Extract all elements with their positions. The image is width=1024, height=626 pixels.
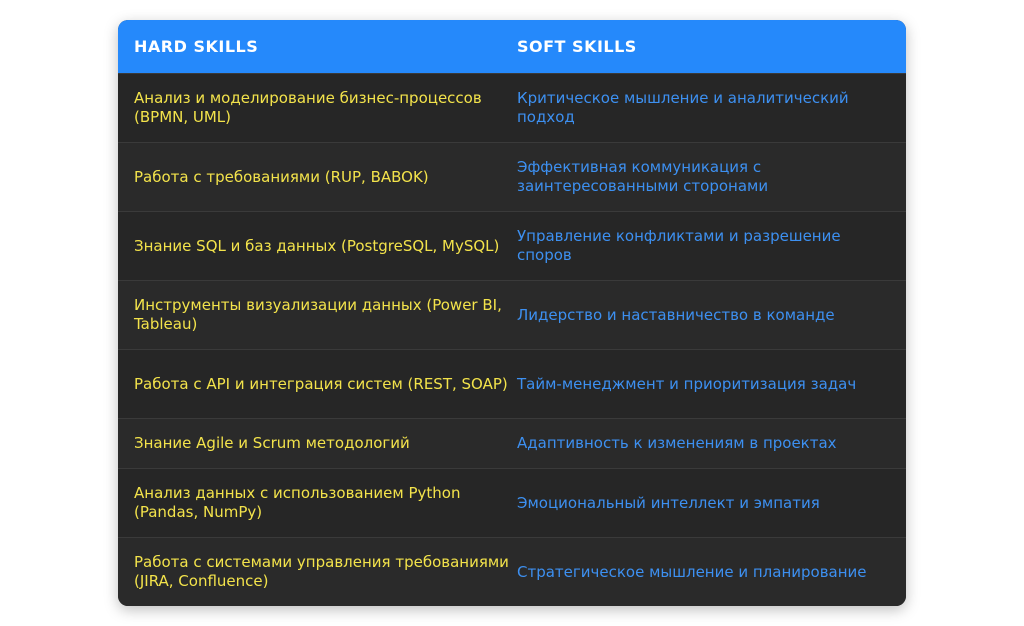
table-row: Анализ данных с использованием Python (P… xyxy=(118,468,906,537)
soft-skills-heading: SOFT SKILLS xyxy=(517,37,637,56)
hard-skill-cell: Работа с системами управления требования… xyxy=(134,553,509,590)
hard-skill-cell: Знание SQL и баз данных (PostgreSQL, MyS… xyxy=(134,236,500,255)
hard-skill-cell: Анализ данных с использованием Python (P… xyxy=(134,484,461,521)
hard-skill-cell: Работа с требованиями (RUP, BABOK) xyxy=(134,167,429,186)
soft-skill-cell: Управление конфликтами и разрешение спор… xyxy=(517,227,841,264)
hard-skill-cell: Анализ и моделирование бизнес-процессов … xyxy=(134,89,482,126)
hard-skill-cell: Знание Agile и Scrum методологий xyxy=(134,434,410,452)
table-row: Знание Agile и Scrum методологий Адаптив… xyxy=(118,418,906,468)
skills-table: HARD SKILLS SOFT SKILLS Анализ и моделир… xyxy=(118,20,906,606)
table-row: Анализ и моделирование бизнес-процессов … xyxy=(118,73,906,142)
table-row: Работа с API и интеграция систем (REST, … xyxy=(118,349,906,418)
table-header: HARD SKILLS SOFT SKILLS xyxy=(118,20,906,73)
soft-skill-cell: Тайм-менеджмент и приоритизация задач xyxy=(517,374,857,393)
soft-skill-cell: Лидерство и наставничество в команде xyxy=(517,305,835,324)
table-row: Работа с системами управления требования… xyxy=(118,537,906,606)
hard-skill-cell: Инструменты визуализации данных (Power B… xyxy=(134,296,502,333)
soft-skill-cell: Стратегическое мышление и планирование xyxy=(517,562,867,581)
soft-skill-cell: Эмоциональный интеллект и эмпатия xyxy=(517,493,820,512)
table-row: Знание SQL и баз данных (PostgreSQL, MyS… xyxy=(118,211,906,280)
soft-skill-cell: Критическое мышление и аналитический под… xyxy=(517,89,849,126)
hard-skills-heading: HARD SKILLS xyxy=(134,37,259,56)
table-row: Работа с требованиями (RUP, BABOK) Эффек… xyxy=(118,142,906,211)
table-row: Инструменты визуализации данных (Power B… xyxy=(118,280,906,349)
soft-skill-cell: Эффективная коммуникация с заинтересован… xyxy=(517,158,769,195)
table-body: Анализ и моделирование бизнес-процессов … xyxy=(118,73,906,606)
soft-skill-cell: Адаптивность к изменениям в проектах xyxy=(517,434,837,452)
hard-skill-cell: Работа с API и интеграция систем (REST, … xyxy=(134,374,508,393)
